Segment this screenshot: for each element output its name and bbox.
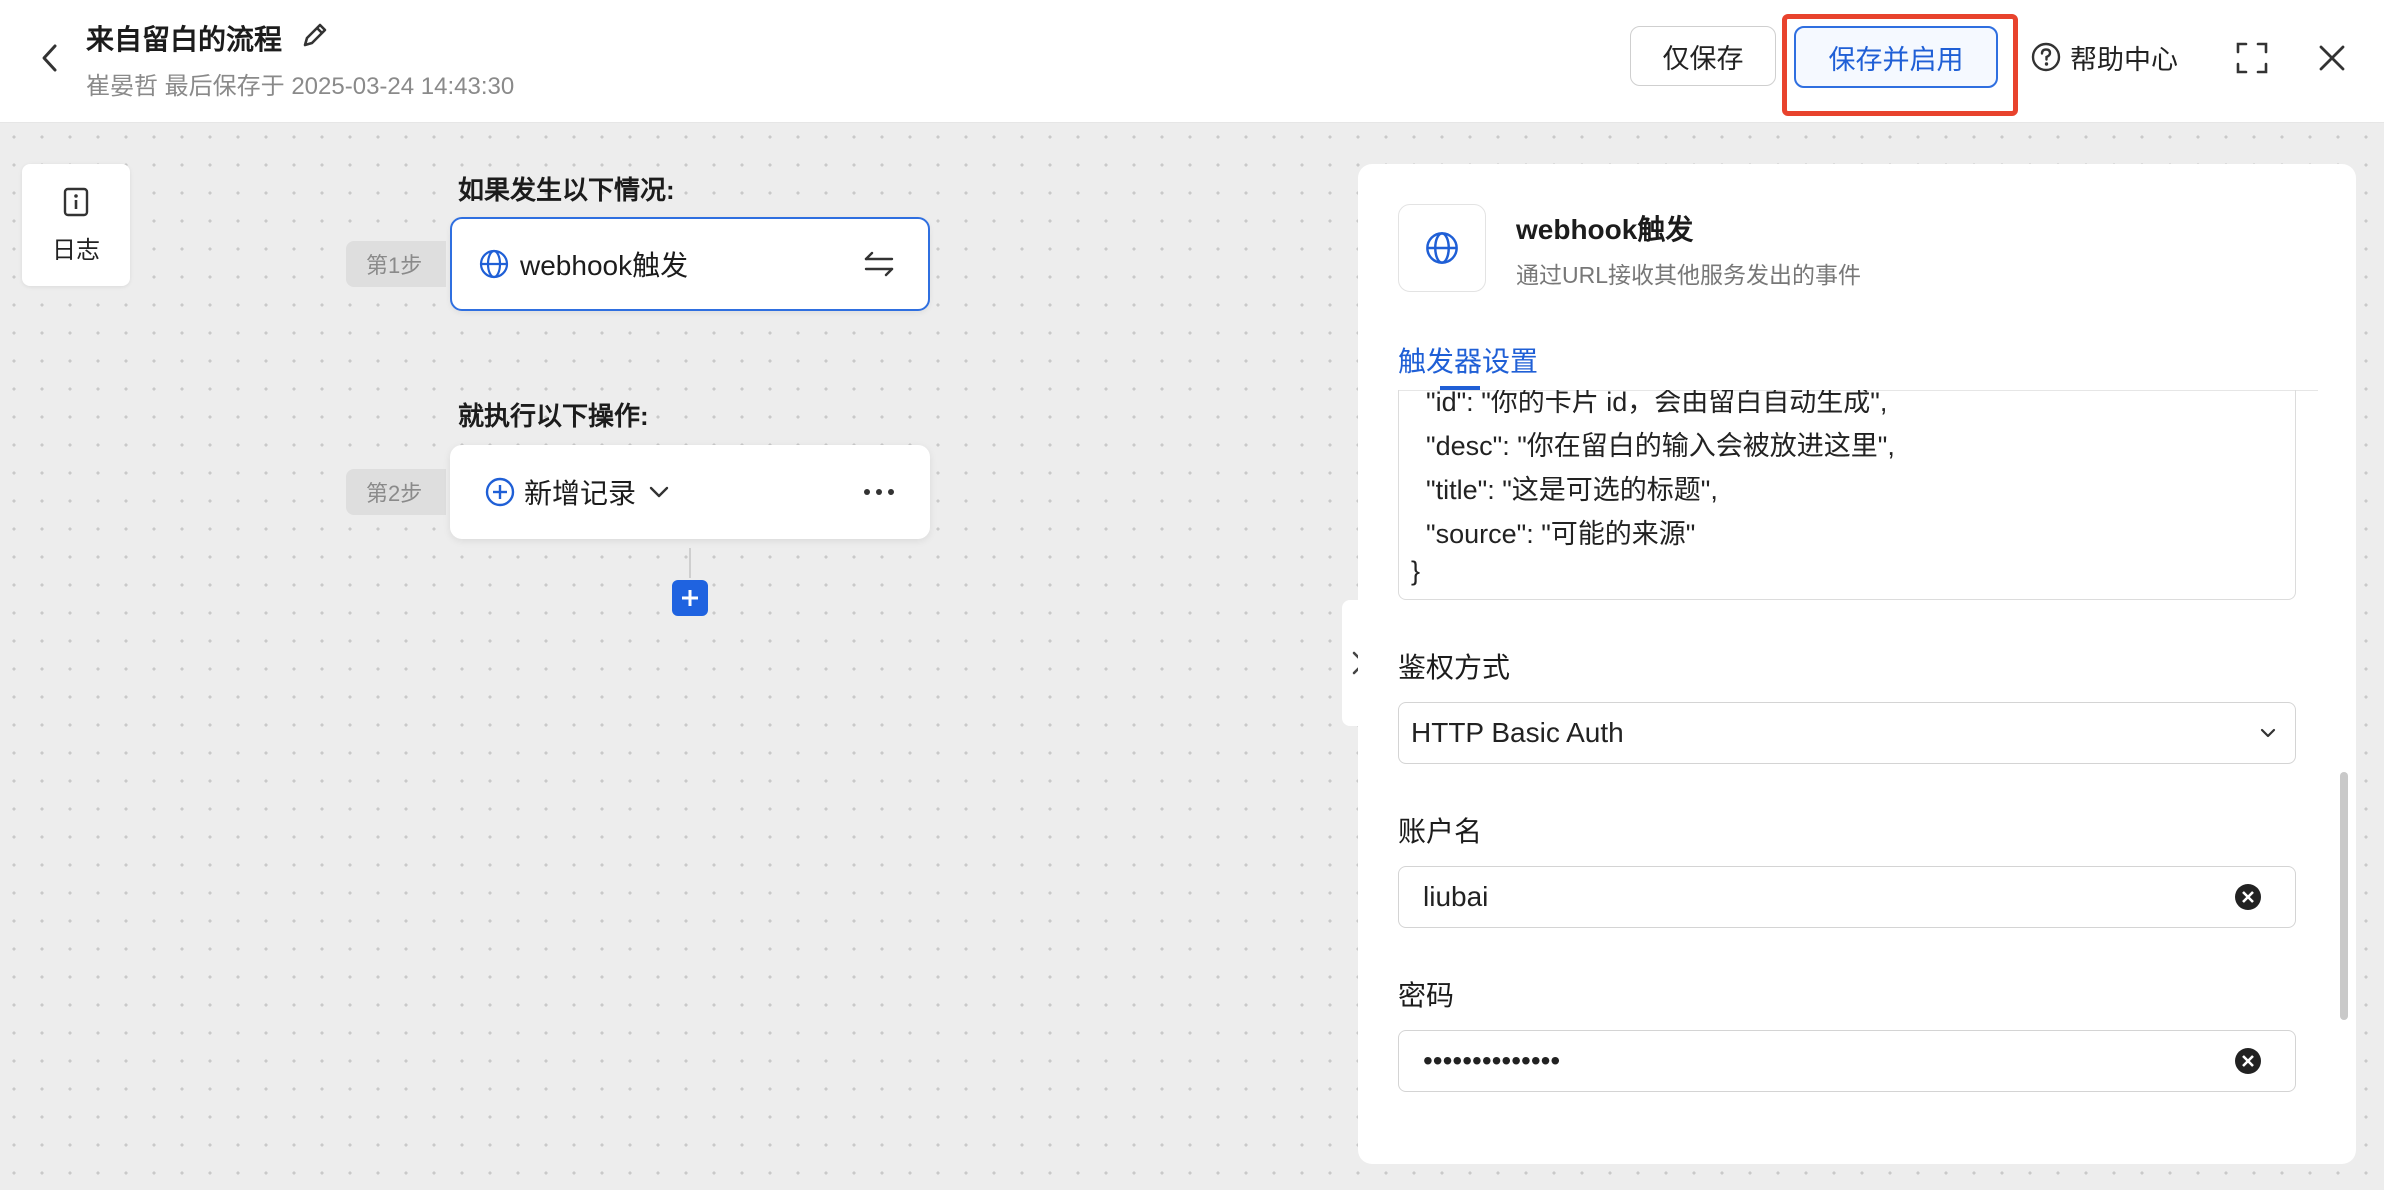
help-center-link[interactable]: 帮助中心 bbox=[2030, 36, 2178, 78]
tab-trigger-settings[interactable]: 触发器设置 bbox=[1398, 340, 1538, 380]
then-section-label: 就执行以下操作: bbox=[458, 401, 649, 431]
panel-description: 通过URL接收其他服务发出的事件 bbox=[1516, 262, 1862, 288]
payload-example-code[interactable]: "id": "你的卡片 id，会由留白自动生成", "desc": "你在留白的… bbox=[1398, 390, 2296, 600]
step-2-tag: 第2步 bbox=[346, 469, 446, 515]
back-button[interactable] bbox=[30, 38, 70, 78]
chevron-left-icon bbox=[42, 44, 57, 72]
username-value: liubai bbox=[1423, 881, 1489, 912]
code-line: "id": "你的卡片 id，会由留白自动生成", bbox=[1411, 390, 1888, 417]
chevron-down-icon bbox=[2260, 728, 2276, 738]
password-value: •••••••••••••• bbox=[1423, 1045, 1561, 1076]
code-line: "title": "这是可选的标题", bbox=[1411, 475, 1718, 505]
close-icon[interactable] bbox=[2312, 38, 2352, 78]
if-section-label: 如果发生以下情况: bbox=[458, 175, 675, 205]
workflow-title: 来自留白的流程 bbox=[86, 24, 283, 55]
ellipsis-icon[interactable] bbox=[862, 487, 896, 497]
info-doc-icon bbox=[63, 187, 89, 216]
expand-icon[interactable] bbox=[2232, 38, 2272, 78]
last-saved-info: 崔晏哲 最后保存于 2025-03-24 14:43:30 bbox=[86, 73, 515, 100]
save-and-enable-button[interactable]: 保存并启用 bbox=[1794, 26, 1998, 88]
top-header: 来自留白的流程 崔晏哲 最后保存于 2025-03-24 14:43:30 仅保… bbox=[0, 0, 2384, 123]
trigger-node-label: webhook触发 bbox=[520, 250, 689, 281]
step-connector bbox=[689, 548, 691, 578]
log-button[interactable]: 日志 bbox=[22, 164, 130, 286]
username-input[interactable]: liubai bbox=[1398, 866, 2296, 928]
pencil-icon[interactable] bbox=[298, 18, 332, 52]
auth-method-select[interactable]: HTTP Basic Auth bbox=[1398, 702, 2296, 764]
code-line: "desc": "你在留白的输入会被放进这里", bbox=[1411, 431, 1895, 461]
password-label: 密码 bbox=[1398, 980, 1455, 1011]
trigger-node[interactable]: webhook触发 bbox=[450, 217, 930, 311]
save-only-button[interactable]: 仅保存 bbox=[1630, 26, 1776, 86]
auth-method-value: HTTP Basic Auth bbox=[1411, 717, 1624, 748]
action-node[interactable]: 新增记录 bbox=[450, 445, 930, 539]
add-step-button[interactable] bbox=[672, 580, 708, 616]
globe-icon bbox=[479, 249, 509, 279]
username-label: 账户名 bbox=[1398, 816, 1483, 847]
code-line: "source": "可能的来源" bbox=[1411, 519, 1696, 549]
auth-method-label: 鉴权方式 bbox=[1398, 652, 1511, 683]
password-input[interactable]: •••••••••••••• bbox=[1398, 1030, 2296, 1092]
help-center-label: 帮助中心 bbox=[2070, 44, 2178, 75]
trigger-icon-box bbox=[1398, 204, 1486, 292]
action-node-label: 新增记录 bbox=[524, 478, 637, 509]
plus-icon bbox=[682, 590, 698, 606]
panel-title: webhook触发 bbox=[1516, 214, 1694, 245]
chevron-down-icon[interactable] bbox=[648, 484, 670, 500]
swap-icon[interactable] bbox=[862, 250, 896, 278]
step-1-tag: 第1步 bbox=[346, 241, 446, 287]
panel-scrollbar[interactable] bbox=[2340, 772, 2348, 1020]
plus-circle-icon bbox=[485, 477, 515, 507]
trigger-settings-panel: webhook触发 通过URL接收其他服务发出的事件 触发器设置 "id": "… bbox=[1358, 164, 2356, 1164]
log-label: 日志 bbox=[52, 236, 100, 264]
question-circle-icon bbox=[2031, 42, 2061, 72]
clear-icon[interactable] bbox=[2233, 1046, 2263, 1076]
code-line: } bbox=[1411, 556, 1421, 586]
clear-icon[interactable] bbox=[2233, 882, 2263, 912]
globe-icon bbox=[1426, 232, 1458, 264]
